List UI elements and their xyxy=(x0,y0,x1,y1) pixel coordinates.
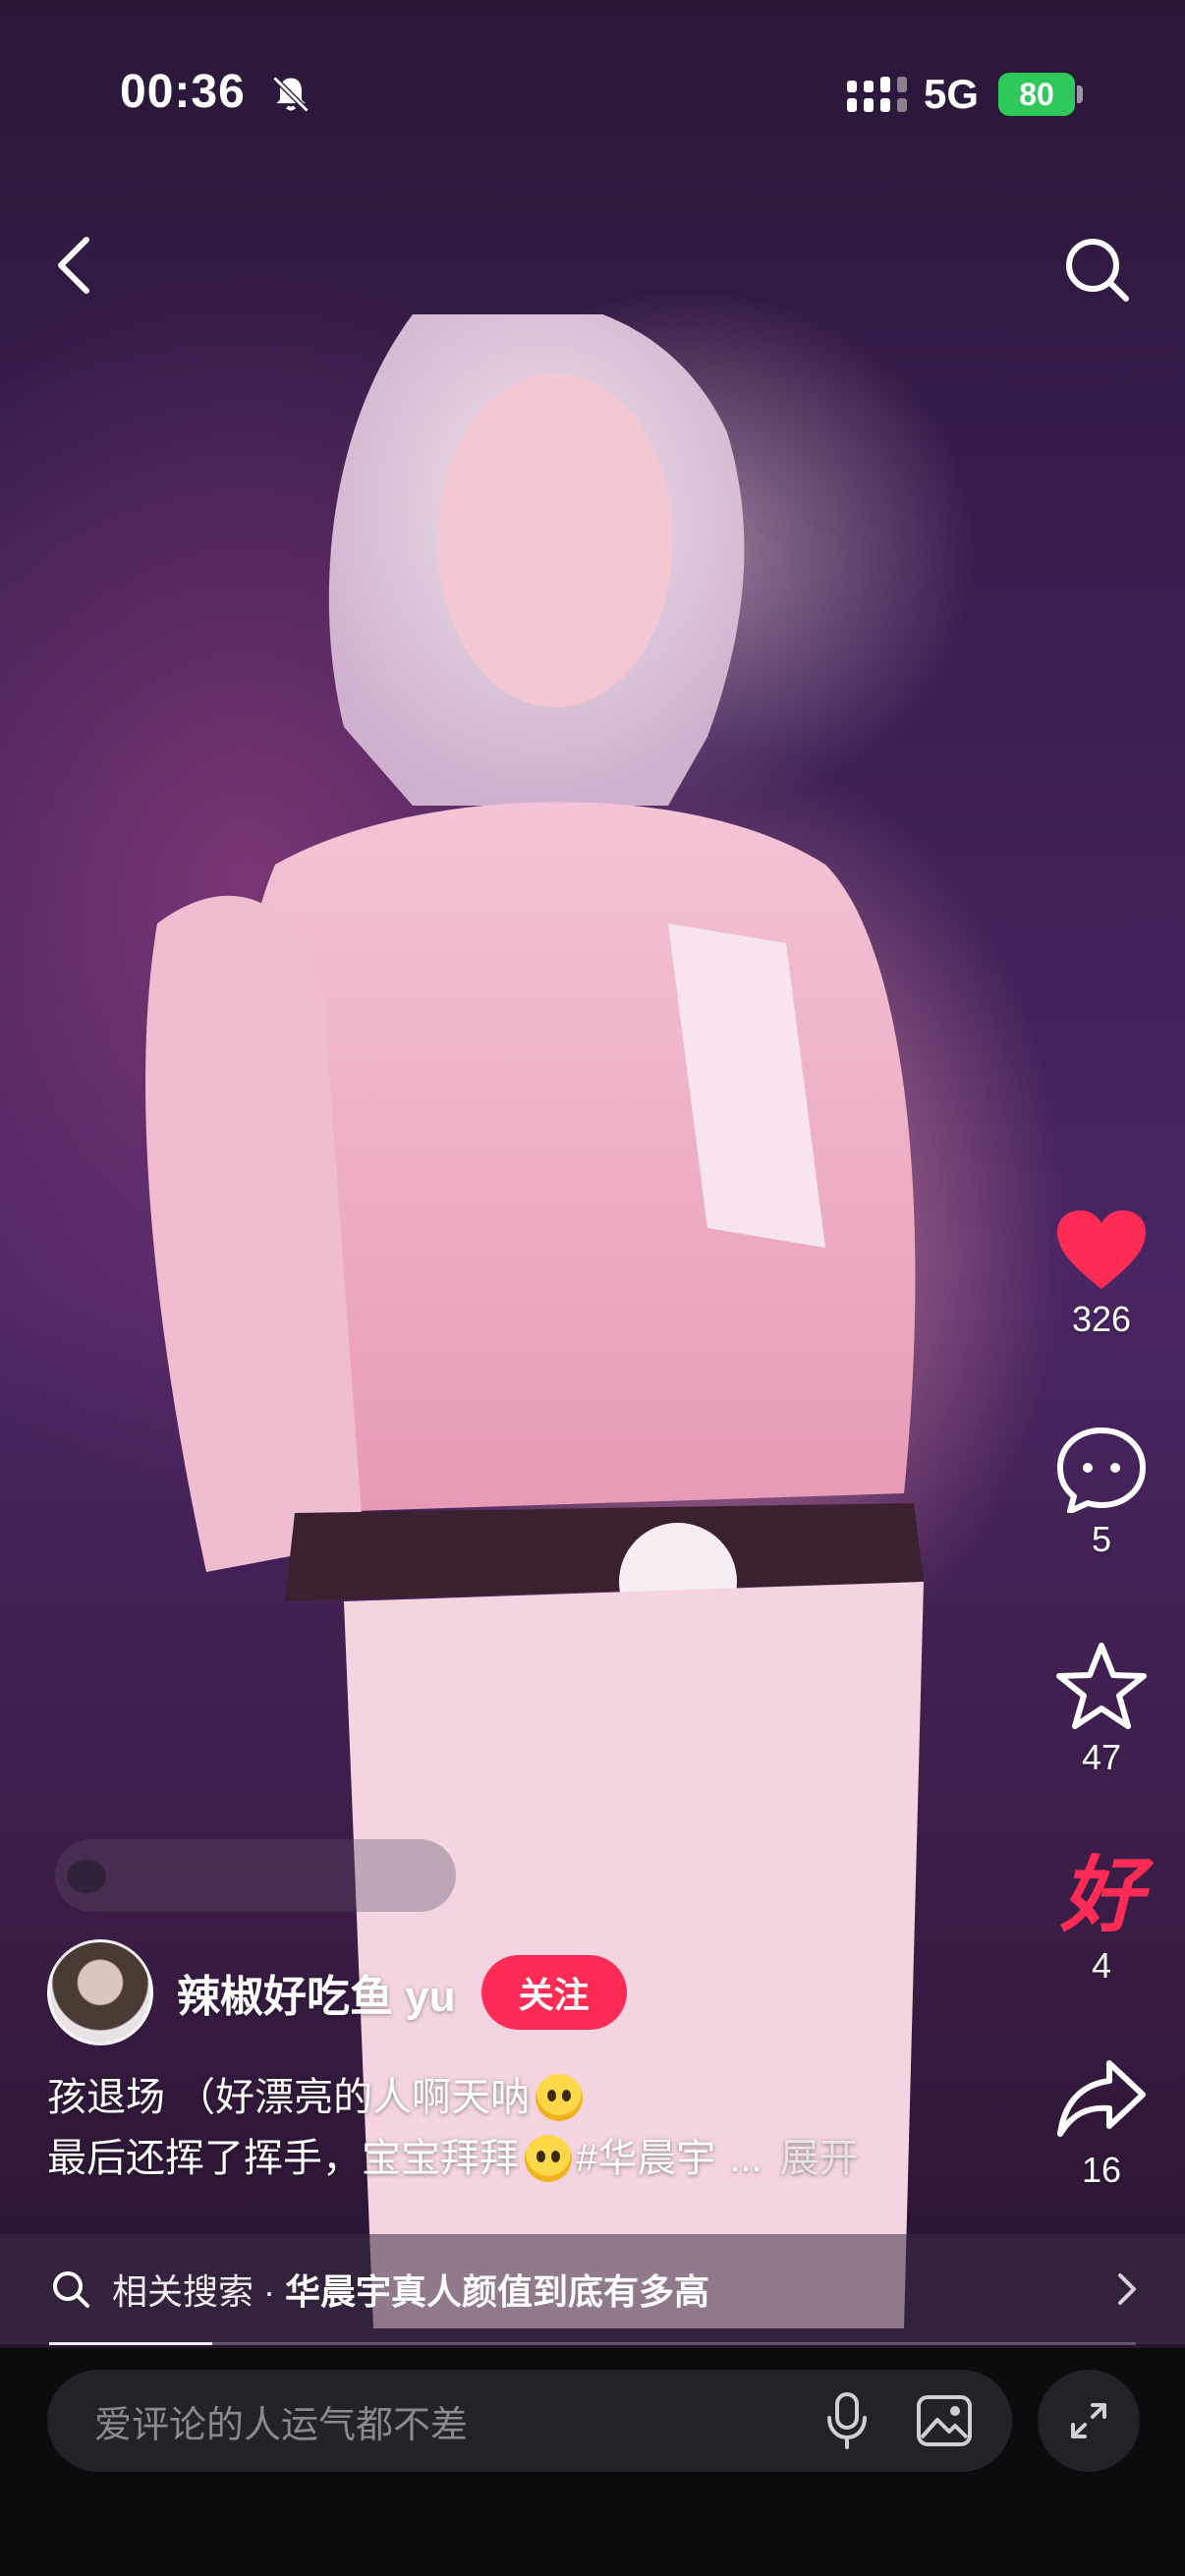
expand-caption-button[interactable]: 展开 xyxy=(780,2128,859,2189)
comment-action[interactable]: 5 xyxy=(1018,1427,1185,1560)
crying-face-emoji-icon xyxy=(525,2135,572,2182)
favorite-action[interactable]: 47 xyxy=(1018,1641,1185,1778)
caption-text-1: 孩退场 （好漂亮的人啊天呐 xyxy=(47,2076,531,2119)
battery-indicator: 80 xyxy=(998,73,1075,116)
hashtag-link[interactable]: #华晨宇 xyxy=(576,2128,715,2189)
chevron-right-icon xyxy=(1118,2273,1136,2305)
comment-placeholder: 爱评论的人运气都不差 xyxy=(94,2404,469,2446)
expand-icon xyxy=(1071,2403,1106,2438)
related-search-text: 相关搜索 · 华晨宇真人颜值到底有多高 xyxy=(112,2264,709,2315)
related-search-prefix: 相关搜索 · xyxy=(112,2271,285,2312)
recommend-action[interactable]: 好 4 xyxy=(1018,1851,1185,1987)
heart-icon[interactable] xyxy=(1055,1208,1148,1293)
network-type: 5G xyxy=(924,71,980,117)
video-progress-fill xyxy=(49,2342,212,2345)
bell-off-icon xyxy=(272,76,310,113)
status-time: 00:36 xyxy=(120,66,246,118)
share-action[interactable]: 16 xyxy=(1018,2055,1185,2191)
favorite-count: 47 xyxy=(1081,1737,1122,1777)
author-name[interactable]: 辣椒好吃鱼 yu xyxy=(177,1961,456,2024)
battery-tip xyxy=(1077,85,1083,103)
recommend-count: 4 xyxy=(1091,1945,1112,1986)
follow-button[interactable]: 关注 xyxy=(480,1955,627,2030)
fullscreen-button[interactable] xyxy=(1038,2370,1140,2472)
video-caption[interactable]: 孩退场 （好漂亮的人啊天呐 最后还挥了挥手，宝宝拜拜 #华晨宇 ... 展开 xyxy=(47,2067,990,2189)
hao-badge-icon[interactable]: 好 xyxy=(1060,1851,1143,1939)
comment-bubble-icon[interactable] xyxy=(1056,1427,1147,1513)
star-icon[interactable] xyxy=(1055,1641,1148,1731)
playback-pill-dot xyxy=(67,1860,106,1893)
avatar[interactable] xyxy=(47,1939,153,2045)
signal-icon xyxy=(847,77,907,112)
caption-ellipsis: ... xyxy=(729,2137,762,2180)
image-icon[interactable] xyxy=(916,2394,973,2447)
battery-level: 80 xyxy=(1019,76,1054,112)
related-search-bar[interactable]: 相关搜索 · 华晨宇真人颜值到底有多高 xyxy=(0,2234,1185,2344)
share-count: 16 xyxy=(1081,2150,1122,2190)
caption-text-2: 最后还挥了挥手，宝宝拜拜 xyxy=(47,2137,519,2180)
caption-line-1: 孩退场 （好漂亮的人啊天呐 xyxy=(47,2067,990,2128)
related-search-query: 华晨宇真人颜值到底有多高 xyxy=(285,2271,710,2312)
comment-input[interactable]: 爱评论的人运气都不差 xyxy=(47,2370,1012,2472)
like-action[interactable]: 326 xyxy=(1018,1208,1185,1340)
playback-pill[interactable] xyxy=(55,1839,456,1912)
caption-line-2: 最后还挥了挥手，宝宝拜拜 #华晨宇 ... 展开 xyxy=(47,2128,990,2189)
video-feed-screen[interactable]: 00:36 5G 80 326 5 47 好 4 16 辣椒好吃鱼 yu 关注 … xyxy=(0,0,1185,2576)
search-button[interactable] xyxy=(1057,230,1136,308)
author-row: 辣椒好吃鱼 yu 关注 xyxy=(47,1937,627,2047)
back-button[interactable] xyxy=(39,226,108,305)
share-arrow-icon[interactable] xyxy=(1054,2055,1149,2144)
like-count: 326 xyxy=(1071,1299,1132,1339)
pleading-face-emoji-icon xyxy=(536,2074,584,2121)
search-icon xyxy=(53,2271,89,2308)
video-progress-bar[interactable] xyxy=(49,2342,1136,2345)
status-bar: 00:36 5G 80 xyxy=(0,0,1185,187)
microphone-icon[interactable] xyxy=(823,2390,871,2451)
comment-count: 5 xyxy=(1091,1519,1112,1559)
